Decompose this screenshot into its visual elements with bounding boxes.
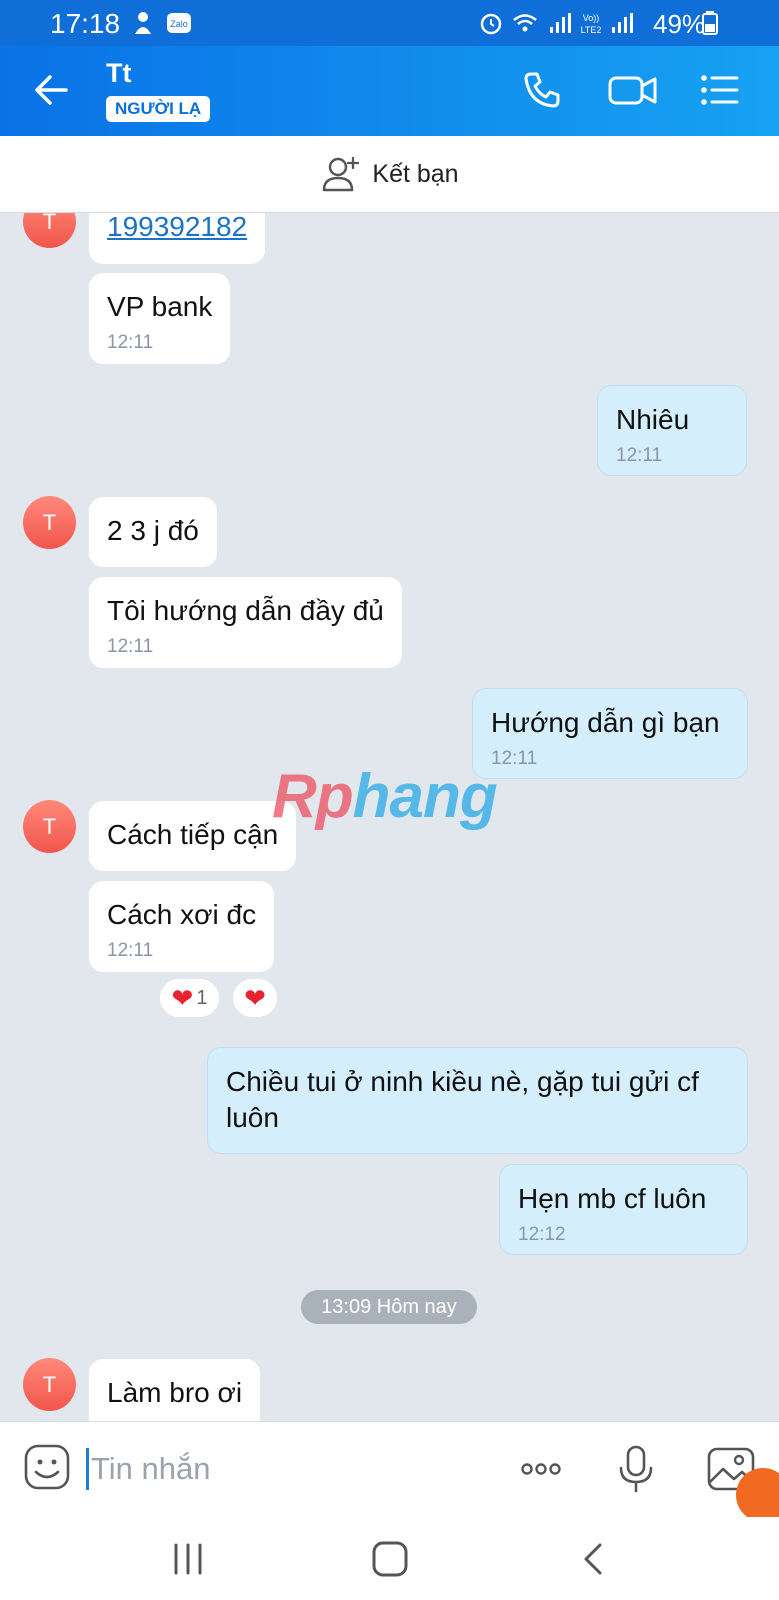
message-incoming[interactable]: Làm bro ơi bbox=[89, 1359, 261, 1421]
volte-lte2-icon: Vo)) LTE2 bbox=[581, 13, 602, 35]
video-call-icon[interactable] bbox=[607, 66, 659, 114]
day-separator: 13:09 Hôm nay bbox=[301, 1290, 477, 1324]
message-outgoing[interactable]: Chiều tui ở ninh kiều nè, gặp tui gửi cf… bbox=[207, 1047, 748, 1154]
avatar[interactable]: T bbox=[23, 1358, 76, 1411]
contact-name[interactable]: Tt bbox=[106, 58, 131, 89]
message-incoming[interactable]: 2 3 j đó bbox=[89, 497, 217, 567]
zalo-icon: Zalo bbox=[167, 13, 191, 33]
stranger-badge: NGƯỜI LẠ bbox=[106, 96, 211, 122]
recent-apps-button[interactable] bbox=[166, 1537, 210, 1581]
message-incoming[interactable]: Cách tiếp cận bbox=[89, 801, 297, 871]
alarm-icon bbox=[480, 13, 502, 35]
home-button[interactable] bbox=[368, 1537, 412, 1581]
heart-icon: ❤ bbox=[171, 983, 194, 1013]
svg-text:LTE2: LTE2 bbox=[581, 25, 602, 35]
message-time: 12:11 bbox=[107, 332, 154, 353]
message-text: Cách xơi đc bbox=[107, 899, 257, 930]
message-incoming[interactable]: Cách xơi đc 12:11 bbox=[89, 881, 275, 972]
chat-header: Tt NGƯỜI LẠ bbox=[0, 46, 779, 136]
message-input[interactable] bbox=[91, 1445, 491, 1493]
message-time: 12:11 bbox=[616, 445, 663, 466]
message-time: 12:11 bbox=[107, 940, 154, 961]
emoji-icon[interactable] bbox=[24, 1444, 70, 1490]
more-icon[interactable] bbox=[516, 1444, 566, 1494]
watermark-logo: Rphang bbox=[272, 762, 498, 831]
signal-icon bbox=[612, 13, 633, 33]
reaction-count[interactable]: ❤ 1 bbox=[159, 978, 220, 1018]
signal-icon bbox=[550, 13, 571, 33]
message-incoming[interactable]: 199392182 bbox=[89, 213, 266, 264]
message-text: Hướng dẫn gì bạn bbox=[491, 707, 720, 738]
message-text: Làm bro ơi bbox=[107, 1377, 243, 1408]
add-friend-label: Kết bạn bbox=[372, 159, 459, 188]
message-text: Tôi hướng dẫn đầy đủ bbox=[107, 595, 384, 626]
phone-icon[interactable] bbox=[518, 66, 566, 114]
notification-icon bbox=[135, 12, 151, 34]
avatar[interactable]: T bbox=[23, 800, 76, 853]
message-text: Cách tiếp cận bbox=[107, 819, 279, 850]
avatar[interactable]: T bbox=[23, 213, 76, 248]
message-incoming[interactable]: Tôi hướng dẫn đầy đủ 12:11 bbox=[89, 577, 402, 668]
wifi-icon bbox=[513, 14, 537, 32]
message-composer bbox=[0, 1421, 779, 1517]
svg-text:Zalo: Zalo bbox=[170, 19, 188, 29]
message-outgoing[interactable]: Nhiêu 12:11 bbox=[597, 385, 747, 476]
system-nav-bar bbox=[0, 1517, 779, 1600]
message-text: Chiều tui ở ninh kiều nè, gặp tui gửi cf… bbox=[226, 1066, 699, 1133]
battery-icon bbox=[702, 11, 718, 35]
message-time: 12:11 bbox=[491, 748, 538, 769]
react-button[interactable]: ❤ bbox=[232, 978, 278, 1018]
add-friend-button[interactable]: Kết bạn bbox=[0, 136, 779, 213]
message-time: 12:11 bbox=[107, 636, 154, 657]
message-text: Hẹn mb cf luôn bbox=[518, 1183, 707, 1214]
text-cursor bbox=[86, 1448, 89, 1490]
status-bar: 17:18 Zalo Vo)) LTE2 49% bbox=[0, 0, 779, 46]
message-time: 12:12 bbox=[518, 1224, 566, 1245]
avatar[interactable]: T bbox=[23, 496, 76, 549]
message-incoming[interactable]: VP bank 12:11 bbox=[89, 273, 231, 364]
message-text: VP bank bbox=[107, 291, 213, 322]
message-outgoing[interactable]: Hướng dẫn gì bạn 12:11 bbox=[472, 688, 748, 779]
back-arrow-icon[interactable] bbox=[30, 68, 74, 112]
menu-icon[interactable] bbox=[695, 66, 743, 114]
svg-text:Vo)): Vo)) bbox=[583, 13, 600, 23]
back-button[interactable] bbox=[572, 1537, 616, 1581]
microphone-icon[interactable] bbox=[611, 1444, 661, 1494]
message-text: Nhiêu bbox=[616, 404, 690, 435]
message-link[interactable]: 199392182 bbox=[107, 213, 247, 245]
add-friend-icon bbox=[323, 156, 360, 192]
status-time: 17:18 bbox=[50, 8, 121, 39]
message-outgoing[interactable]: Hẹn mb cf luôn 12:12 bbox=[499, 1164, 748, 1255]
message-text: 2 3 j đó bbox=[107, 515, 199, 546]
heart-icon: ❤ bbox=[244, 983, 266, 1013]
battery-percent: 49% bbox=[653, 9, 706, 39]
chat-messages[interactable]: T 199392182 VP bank 12:11 Nhiêu 12:11 T … bbox=[0, 213, 779, 1421]
